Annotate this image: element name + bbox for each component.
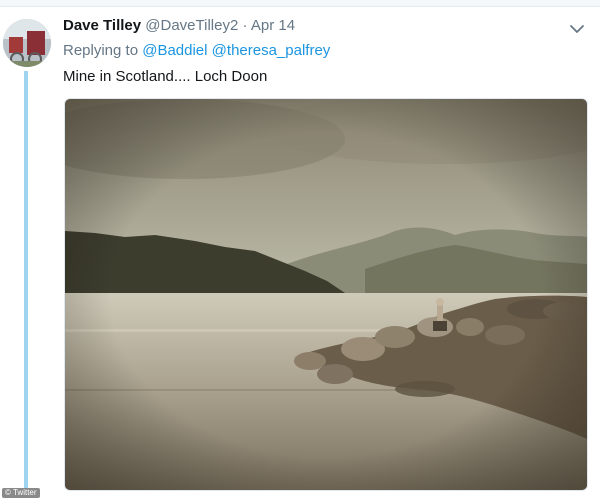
replying-prefix: Replying to: [63, 42, 139, 59]
replying-to: Replying to @Baddiel @theresa_palfrey: [63, 42, 330, 59]
mention-baddiel[interactable]: @Baddiel: [142, 42, 207, 59]
loch-photo: [65, 99, 587, 490]
twitter-watermark: © Twitter: [2, 488, 40, 498]
separator-dot: ·: [242, 17, 248, 34]
chevron-down-icon[interactable]: [569, 22, 585, 36]
top-divider: [0, 0, 600, 7]
tweet-header: Dave Tilley @DaveTilley2 · Apr 14: [63, 17, 295, 39]
mention-theresa-palfrey[interactable]: @theresa_palfrey: [212, 42, 331, 59]
user-handle[interactable]: @DaveTilley2: [145, 17, 238, 34]
avatar[interactable]: [3, 19, 51, 67]
tweet-text: Mine in Scotland.... Loch Doon: [63, 68, 268, 85]
tweet: Dave Tilley @DaveTilley2 · Apr 14 Replyi…: [0, 0, 600, 499]
tweet-photo[interactable]: [64, 98, 588, 491]
tweet-date[interactable]: Apr 14: [251, 17, 295, 34]
display-name[interactable]: Dave Tilley: [63, 17, 141, 34]
thread-line: [24, 71, 28, 488]
